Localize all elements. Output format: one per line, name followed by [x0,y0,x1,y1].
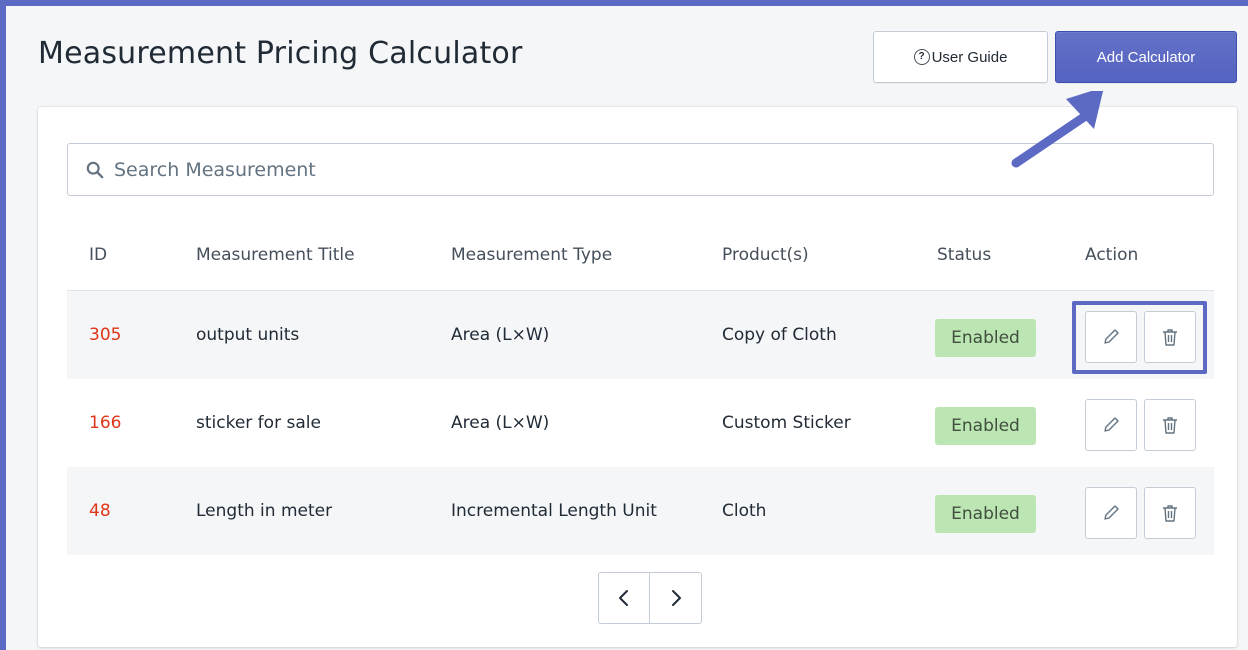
pencil-icon [1104,417,1119,432]
page-title: Measurement Pricing Calculator [38,36,523,71]
edit-button[interactable] [1085,399,1137,451]
delete-button[interactable] [1144,399,1196,451]
row-id[interactable]: 166 [89,413,121,433]
next-page-button[interactable] [650,572,702,624]
row-type: Area (L×W) [451,325,550,345]
row-type: Area (L×W) [451,413,550,433]
row-product: Cloth [722,501,767,521]
column-header-title: Measurement Title [196,245,355,265]
add-calculator-label: Add Calculator [1096,48,1196,66]
row-title: Length in meter [196,501,333,521]
search-icon [86,161,104,178]
user-guide-label: User Guide [931,48,1008,66]
column-header-id: ID [89,245,108,265]
row-product: Custom Sticker [722,413,851,433]
column-header-type: Measurement Type [451,245,613,265]
column-header-action: Action [1085,245,1139,265]
app-frame: Measurement Pricing Calculator ? User Gu… [0,0,1248,650]
row-title: output units [196,325,300,345]
delete-button[interactable] [1144,487,1196,539]
action-buttons-highlight [1072,301,1207,374]
row-product: Copy of Cloth [722,325,837,345]
table-row: 166 sticker for sale Area (L×W) Custom S… [67,379,1214,467]
column-header-status: Status [937,245,992,265]
table-header: ID Measurement Title Measurement Type Pr… [67,245,1214,291]
previous-page-button[interactable] [598,572,650,624]
user-guide-button[interactable]: ? User Guide [873,31,1048,83]
pencil-icon [1104,505,1119,520]
edit-button[interactable] [1085,487,1137,539]
status-badge: Enabled [935,407,1036,445]
status-badge: Enabled [935,495,1036,533]
trash-icon [1163,505,1177,522]
table-row: 48 Length in meter Incremental Length Un… [67,467,1214,555]
row-id[interactable]: 48 [89,501,111,521]
row-title: sticker for sale [196,413,321,433]
column-header-products: Product(s) [722,245,809,265]
status-badge: Enabled [935,319,1036,357]
question-circle-icon: ? [913,49,930,65]
chevron-right-icon [671,590,681,606]
chevron-left-icon [619,590,628,606]
row-type: Incremental Length Unit [451,501,657,521]
annotation-arrow [1011,91,1104,168]
pagination [598,572,702,624]
search-input[interactable] [112,157,1116,182]
calculator-list-card: ID Measurement Title Measurement Type Pr… [38,107,1237,647]
row-id[interactable]: 305 [89,325,121,345]
trash-icon [1163,417,1177,434]
table-row: 305 output units Area (L×W) Copy of Clot… [67,291,1214,379]
add-calculator-button[interactable]: Add Calculator [1055,31,1237,83]
